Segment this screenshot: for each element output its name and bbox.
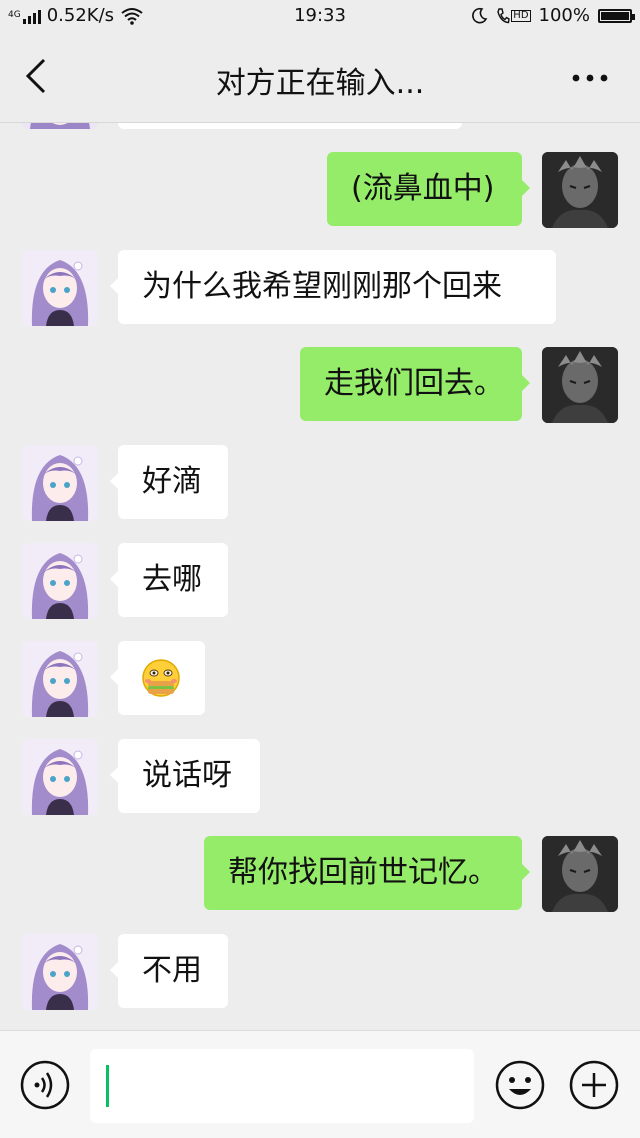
message-text: 帮你找回前世记忆。 bbox=[228, 855, 498, 890]
battery-icon bbox=[598, 8, 635, 23]
message-text: 好滴 bbox=[142, 464, 202, 499]
message-text: 走我们回去。 bbox=[324, 366, 504, 401]
voice-icon bbox=[20, 1060, 70, 1110]
avatar[interactable] bbox=[22, 739, 98, 815]
hd-call-icon: HD bbox=[496, 7, 531, 25]
avatar[interactable] bbox=[22, 123, 98, 129]
chat-header: 对方正在输入... bbox=[0, 34, 640, 123]
message-text: 说话呀 bbox=[142, 758, 232, 793]
avatar[interactable] bbox=[22, 445, 98, 521]
moon-icon bbox=[472, 7, 488, 23]
avatar[interactable] bbox=[542, 152, 618, 228]
avatar[interactable] bbox=[22, 934, 98, 1010]
message-bubble-incoming[interactable]: 好滴 bbox=[110, 445, 228, 519]
battery-percent: 100% bbox=[538, 5, 590, 26]
message-bubble-incoming[interactable]: 去哪 bbox=[110, 543, 228, 617]
message-text: 去哪 bbox=[142, 562, 202, 597]
message-bubble-outgoing[interactable]: (流鼻血中) bbox=[327, 152, 530, 226]
message-bubble-incoming[interactable] bbox=[110, 641, 205, 715]
status-right: HD 100% bbox=[470, 5, 635, 26]
plus-button[interactable] bbox=[568, 1059, 620, 1111]
message-bubble-incoming[interactable]: 为什么我希望刚刚那个回来 bbox=[110, 250, 556, 324]
input-bar bbox=[0, 1030, 640, 1138]
message-text: 不用 bbox=[142, 953, 202, 988]
more-button[interactable] bbox=[570, 58, 610, 98]
battery-fill bbox=[601, 11, 629, 20]
avatar[interactable] bbox=[22, 250, 98, 326]
hd-label: HD bbox=[511, 9, 531, 22]
emoji-button[interactable] bbox=[494, 1059, 546, 1111]
message-bubble-incoming[interactable]: 说话呀 bbox=[110, 739, 260, 813]
chat-screen: 4G 0.52K/s 19:33 HD 100% 对方正在输入... (流鼻血中… bbox=[0, 0, 640, 1138]
message-text: (流鼻血中) bbox=[351, 171, 495, 206]
voice-button[interactable] bbox=[20, 1060, 70, 1110]
message-text: 为什么我希望刚刚那个回来 bbox=[142, 269, 502, 304]
avatar[interactable] bbox=[542, 836, 618, 912]
chat-title: 对方正在输入... bbox=[215, 66, 425, 101]
message-bubble-partial[interactable] bbox=[118, 123, 462, 129]
avatar[interactable] bbox=[22, 641, 98, 717]
emoji-face-icon bbox=[495, 1060, 545, 1110]
text-caret bbox=[106, 1065, 109, 1107]
message-input[interactable] bbox=[90, 1049, 474, 1123]
message-bubble-outgoing[interactable]: 帮你找回前世记忆。 bbox=[204, 836, 530, 910]
avatar[interactable] bbox=[22, 543, 98, 619]
avatar[interactable] bbox=[542, 347, 618, 423]
message-bubble-incoming[interactable]: 不用 bbox=[110, 934, 228, 1008]
message-list[interactable]: (流鼻血中) 为什么我希望刚刚那个回来 走我们回去。 好滴 去哪 说话呀 帮你找… bbox=[0, 123, 640, 1030]
plus-icon bbox=[569, 1060, 619, 1110]
status-bar: 4G 0.52K/s 19:33 HD 100% bbox=[0, 0, 640, 34]
message-bubble-outgoing[interactable]: 走我们回去。 bbox=[300, 347, 530, 421]
more-dots-icon bbox=[572, 74, 608, 82]
eating-emoji-icon bbox=[142, 659, 180, 697]
